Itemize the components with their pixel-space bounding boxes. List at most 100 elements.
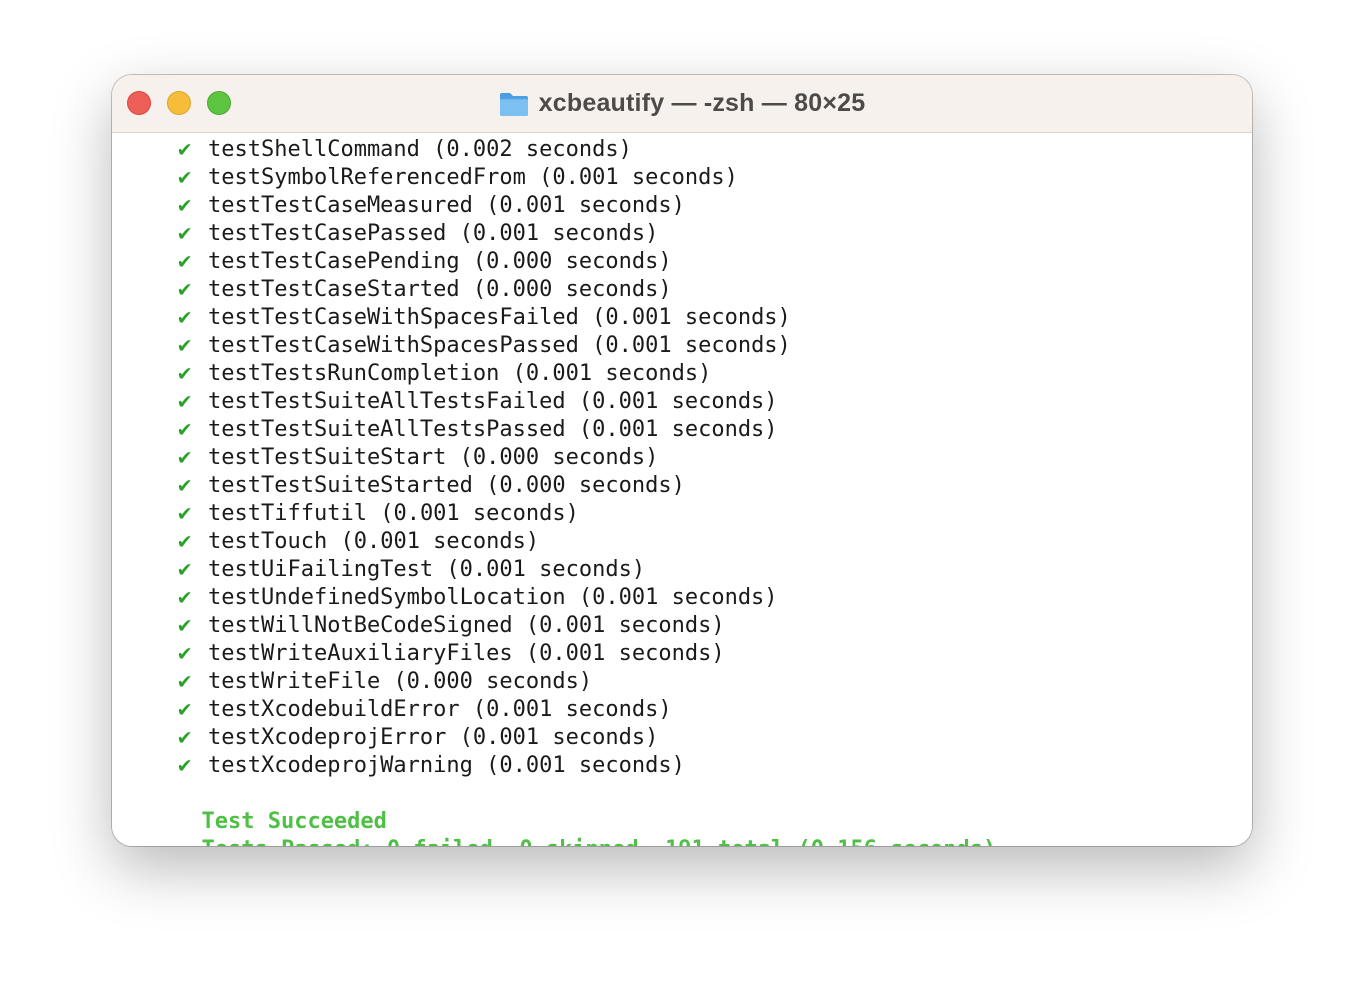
checkmark-icon: ✔ <box>178 725 192 750</box>
checkmark-icon: ✔ <box>178 613 192 638</box>
test-name: testTestSuiteStart <box>208 445 447 470</box>
test-name: testTestSuiteAllTestsPassed <box>208 417 566 442</box>
checkmark-icon: ✔ <box>178 557 192 582</box>
test-result-line: ✔ testXcodeprojWarning (0.001 seconds) <box>122 752 685 780</box>
test-result-line: ✔ testShellCommand (0.002 seconds) <box>122 136 632 164</box>
test-result-line: ✔ testUndefinedSymbolLocation (0.001 seco… <box>122 584 778 612</box>
test-duration: (0.001 seconds) <box>380 501 579 526</box>
test-duration: (0.001 seconds) <box>592 305 791 330</box>
test-duration: (0.001 seconds) <box>486 753 685 778</box>
test-name: testTouch <box>208 529 328 554</box>
test-result-line: ✔ testWriteAuxiliaryFiles (0.001 seconds) <box>122 640 725 668</box>
test-name: testUndefinedSymbolLocation <box>208 585 566 610</box>
checkmark-icon: ✔ <box>178 165 192 190</box>
test-name: testTestCasePassed <box>208 221 447 246</box>
checkmark-icon: ✔ <box>178 361 192 386</box>
test-name: testTestCaseMeasured <box>208 193 473 218</box>
test-name: testWriteFile <box>208 669 381 694</box>
test-name: testTestCaseWithSpacesFailed <box>208 305 579 330</box>
checkmark-icon: ✔ <box>178 445 192 470</box>
test-result-line: ✔ testUiFailingTest (0.001 seconds) <box>122 556 645 584</box>
test-result-line: ✔ testTestSuiteStarted (0.000 seconds) <box>122 472 685 500</box>
test-name: testShellCommand <box>208 137 420 162</box>
checkmark-icon: ✔ <box>178 417 192 442</box>
test-duration: (0.001 seconds) <box>486 193 685 218</box>
test-duration: (0.000 seconds) <box>472 277 672 302</box>
status-line: Test Succeeded <box>122 780 386 834</box>
test-name: testTestCaseWithSpacesPassed <box>208 333 579 358</box>
test-name: testTestSuiteAllTestsFailed <box>208 389 566 414</box>
test-name: testTestSuiteStarted <box>208 473 473 498</box>
test-result-line: ✔ testTestCaseMeasured (0.001 seconds) <box>122 192 685 220</box>
test-result-line: ✔ testTiffutil (0.001 seconds) <box>122 500 579 528</box>
window-title: xcbeautify — -zsh — 80×25 <box>538 89 866 117</box>
test-result-line: ✔ testWillNotBeCodeSigned (0.001 seconds) <box>122 612 725 640</box>
test-result-line: ✔ testSymbolReferencedFrom (0.001 seconds… <box>122 164 738 192</box>
test-result-line: ✔ testTestCaseWithSpacesPassed (0.001 sec… <box>122 332 791 360</box>
title-bar[interactable]: xcbeautify — -zsh — 80×25 <box>112 75 1252 133</box>
folder-icon <box>499 91 529 117</box>
test-result-line: ✔ testXcodeprojError (0.001 seconds) <box>122 724 658 752</box>
summary-text: Tests Passed: 0 failed, 0 skipped, 191 t… <box>201 837 996 846</box>
checkmark-icon: ✔ <box>178 277 192 302</box>
test-result-line: ✔ testXcodebuildError (0.001 seconds) <box>122 696 672 724</box>
test-name: testUiFailingTest <box>208 557 434 582</box>
terminal-output[interactable]: ✔ testShellCommand (0.002 seconds) ✔ testSy… <box>112 133 1252 846</box>
test-result-line: ✔ testWriteFile (0.000 seconds) <box>122 668 592 696</box>
test-duration: (0.000 seconds) <box>393 669 593 694</box>
test-duration: (0.001 seconds) <box>578 585 778 610</box>
test-duration: (0.001 seconds) <box>512 361 712 386</box>
checkmark-icon: ✔ <box>178 697 192 722</box>
test-duration: (0.002 seconds) <box>433 137 632 162</box>
test-duration: (0.001 seconds) <box>525 613 725 638</box>
test-duration: (0.001 seconds) <box>578 389 778 414</box>
test-result-line: ✔ testTestCasePassed (0.001 seconds) <box>122 220 658 248</box>
test-duration: (0.000 seconds) <box>486 473 685 498</box>
test-name: testSymbolReferencedFrom <box>208 165 526 190</box>
title-group: xcbeautify — -zsh — 80×25 <box>112 75 1252 132</box>
checkmark-icon: ✔ <box>178 641 192 666</box>
test-name: testWriteAuxiliaryFiles <box>208 641 513 666</box>
checkmark-icon: ✔ <box>178 221 192 246</box>
terminal-window: xcbeautify — -zsh — 80×25 ✔ testShellComm… <box>112 75 1252 846</box>
test-name: testXcodeprojWarning <box>208 753 473 778</box>
checkmark-icon: ✔ <box>178 333 192 358</box>
test-duration: (0.001 seconds) <box>459 725 659 750</box>
test-duration: (0.001 seconds) <box>459 221 659 246</box>
test-duration: (0.001 seconds) <box>525 641 725 666</box>
test-name: testTiffutil <box>208 501 367 526</box>
checkmark-icon: ✔ <box>178 501 192 526</box>
checkmark-icon: ✔ <box>178 193 192 218</box>
test-name: testXcodebuildError <box>208 697 460 722</box>
test-duration: (0.001 seconds) <box>472 697 672 722</box>
checkmark-icon: ✔ <box>178 389 192 414</box>
test-result-line: ✔ testTestsRunCompletion (0.001 seconds) <box>122 360 711 388</box>
checkmark-icon: ✔ <box>178 305 192 330</box>
test-result-line: ✔ testTestSuiteAllTestsFailed (0.001 seco… <box>122 388 778 416</box>
test-duration: (0.001 seconds) <box>578 417 778 442</box>
test-result-line: ✔ testTouch (0.001 seconds) <box>122 528 539 556</box>
test-name: testWillNotBeCodeSigned <box>208 613 513 638</box>
test-name: testTestsRunCompletion <box>208 361 500 386</box>
test-result-line: ✔ testTestCaseStarted (0.000 seconds) <box>122 276 672 304</box>
summary-line: Tests Passed: 0 failed, 0 skipped, 191 t… <box>122 808 996 846</box>
test-duration: (0.001 seconds) <box>446 557 646 582</box>
test-result-line: ✔ testTestSuiteAllTestsPassed (0.001 seco… <box>122 416 778 444</box>
test-duration: (0.001 seconds) <box>592 333 791 358</box>
test-duration: (0.000 seconds) <box>459 445 659 470</box>
test-duration: (0.000 seconds) <box>472 249 672 274</box>
checkmark-icon: ✔ <box>178 585 192 610</box>
test-result-line: ✔ testTestSuiteStart (0.000 seconds) <box>122 444 658 472</box>
test-name: testXcodeprojError <box>208 725 447 750</box>
checkmark-icon: ✔ <box>178 249 192 274</box>
test-duration: (0.001 seconds) <box>539 165 738 190</box>
checkmark-icon: ✔ <box>178 137 192 162</box>
test-duration: (0.001 seconds) <box>340 529 540 554</box>
test-result-line: ✔ testTestCaseWithSpacesFailed (0.001 sec… <box>122 304 791 332</box>
test-name: testTestCasePending <box>208 249 460 274</box>
checkmark-icon: ✔ <box>178 473 192 498</box>
test-name: testTestCaseStarted <box>208 277 460 302</box>
checkmark-icon: ✔ <box>178 669 192 694</box>
checkmark-icon: ✔ <box>178 753 192 778</box>
checkmark-icon: ✔ <box>178 529 192 554</box>
